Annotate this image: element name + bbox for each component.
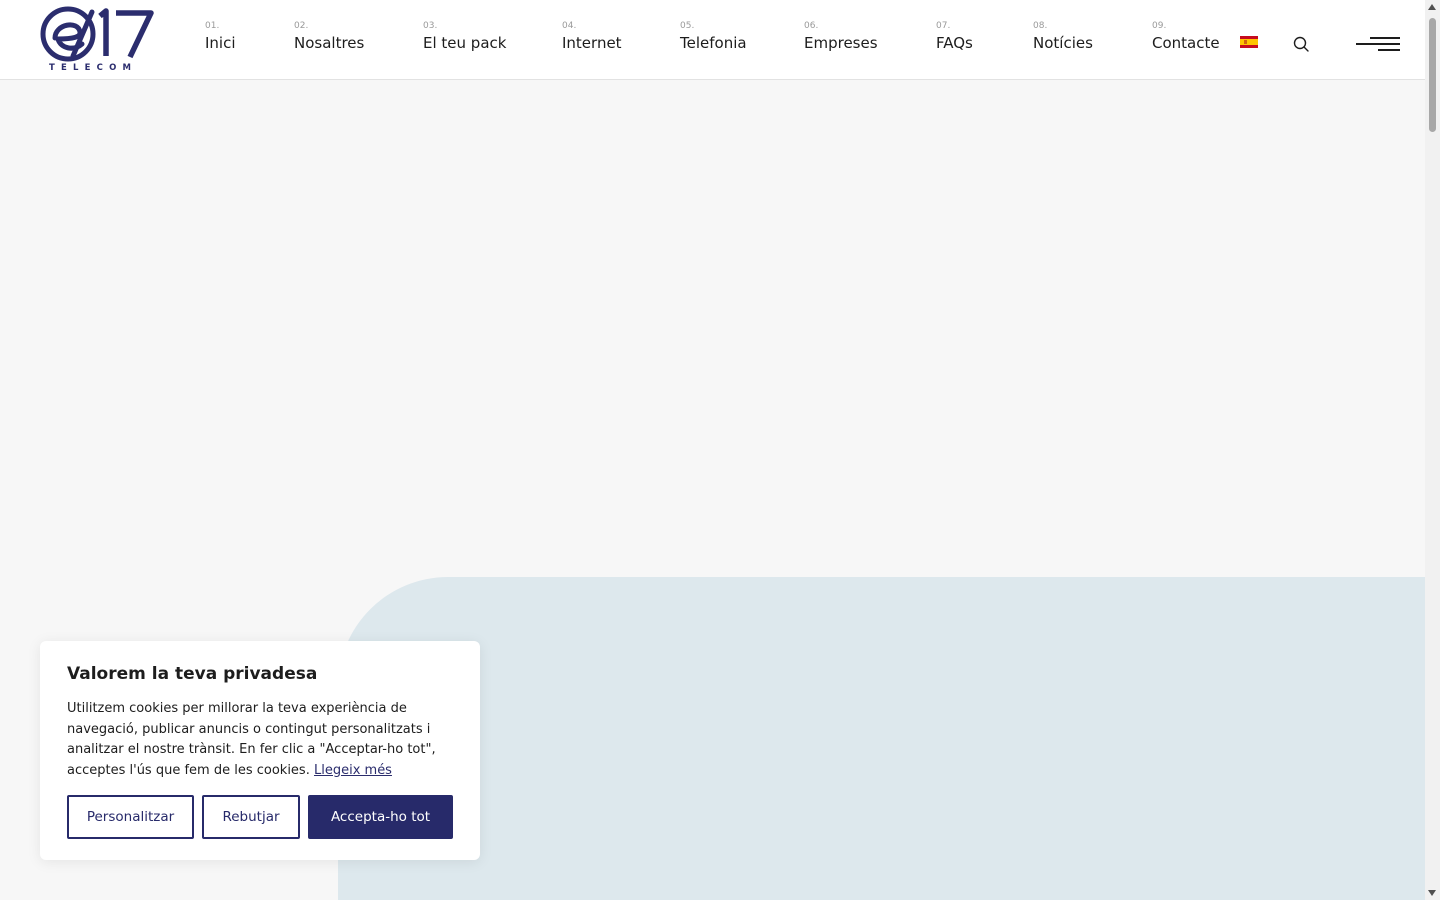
e17-telecom-logo[interactable]: TELECOM bbox=[40, 6, 156, 74]
logo-subtitle: TELECOM bbox=[49, 63, 138, 73]
read-more-link[interactable]: Llegeix més bbox=[314, 763, 392, 778]
cookie-title: Valorem la teva privadesa bbox=[67, 664, 318, 684]
nav-label: El teu pack bbox=[423, 34, 507, 52]
nav-item-contacte[interactable]: 09. Contacte bbox=[1152, 20, 1220, 54]
nav-number: 02. bbox=[294, 21, 309, 31]
cookie-consent-banner: Valorem la teva privadesa Utilitzem cook… bbox=[40, 641, 480, 860]
nav-label: Inici bbox=[205, 34, 236, 52]
nav-item-telefonia[interactable]: 05. Telefonia bbox=[680, 20, 747, 54]
nav-number: 05. bbox=[680, 21, 695, 31]
nav-number: 03. bbox=[423, 21, 438, 31]
nav-item-faqs[interactable]: 07. FAQs bbox=[936, 20, 973, 54]
scroll-down-arrow-icon[interactable] bbox=[1428, 890, 1436, 896]
page-scrollbar[interactable] bbox=[1425, 0, 1440, 900]
cookie-body: Utilitzem cookies per millorar la teva e… bbox=[67, 699, 457, 781]
nav-number: 01. bbox=[205, 21, 220, 31]
nav-label: Contacte bbox=[1152, 34, 1220, 52]
nav-number: 04. bbox=[562, 21, 577, 31]
nav-item-empreses[interactable]: 06. Empreses bbox=[804, 20, 878, 54]
scrollbar-thumb[interactable] bbox=[1429, 18, 1436, 132]
nav-number: 08. bbox=[1033, 21, 1048, 31]
reject-button[interactable]: Rebutjar bbox=[202, 795, 300, 839]
hero-background-shape bbox=[338, 577, 1425, 900]
nav-item-nosaltres[interactable]: 02. Nosaltres bbox=[294, 20, 364, 54]
nav-item-inici[interactable]: 01. Inici bbox=[205, 20, 236, 54]
hamburger-menu-icon[interactable] bbox=[1356, 34, 1400, 54]
nav-number: 09. bbox=[1152, 21, 1167, 31]
nav-item-noticies[interactable]: 08. Notícies bbox=[1033, 20, 1093, 54]
search-icon[interactable] bbox=[1292, 35, 1310, 53]
nav-item-el-teu-pack[interactable]: 03. El teu pack bbox=[423, 20, 506, 54]
site-header: TELECOM 01. Inici 02. Nosaltres 03. El t… bbox=[0, 0, 1425, 80]
nav-item-internet[interactable]: 04. Internet bbox=[562, 20, 622, 54]
nav-number: 07. bbox=[936, 21, 951, 31]
accept-all-button[interactable]: Accepta-ho tot bbox=[308, 795, 453, 839]
nav-label: Notícies bbox=[1033, 34, 1093, 52]
spain-flag-icon[interactable] bbox=[1240, 36, 1258, 48]
nav-label: FAQs bbox=[936, 34, 973, 52]
scroll-up-arrow-icon[interactable] bbox=[1428, 4, 1436, 10]
customize-button[interactable]: Personalitzar bbox=[67, 795, 194, 839]
nav-label: Nosaltres bbox=[294, 34, 365, 52]
e17-logo-mark bbox=[40, 6, 154, 62]
nav-number: 06. bbox=[804, 21, 819, 31]
nav-label: Internet bbox=[562, 34, 622, 52]
nav-label: Telefonia bbox=[680, 34, 747, 52]
nav-label: Empreses bbox=[804, 34, 878, 52]
